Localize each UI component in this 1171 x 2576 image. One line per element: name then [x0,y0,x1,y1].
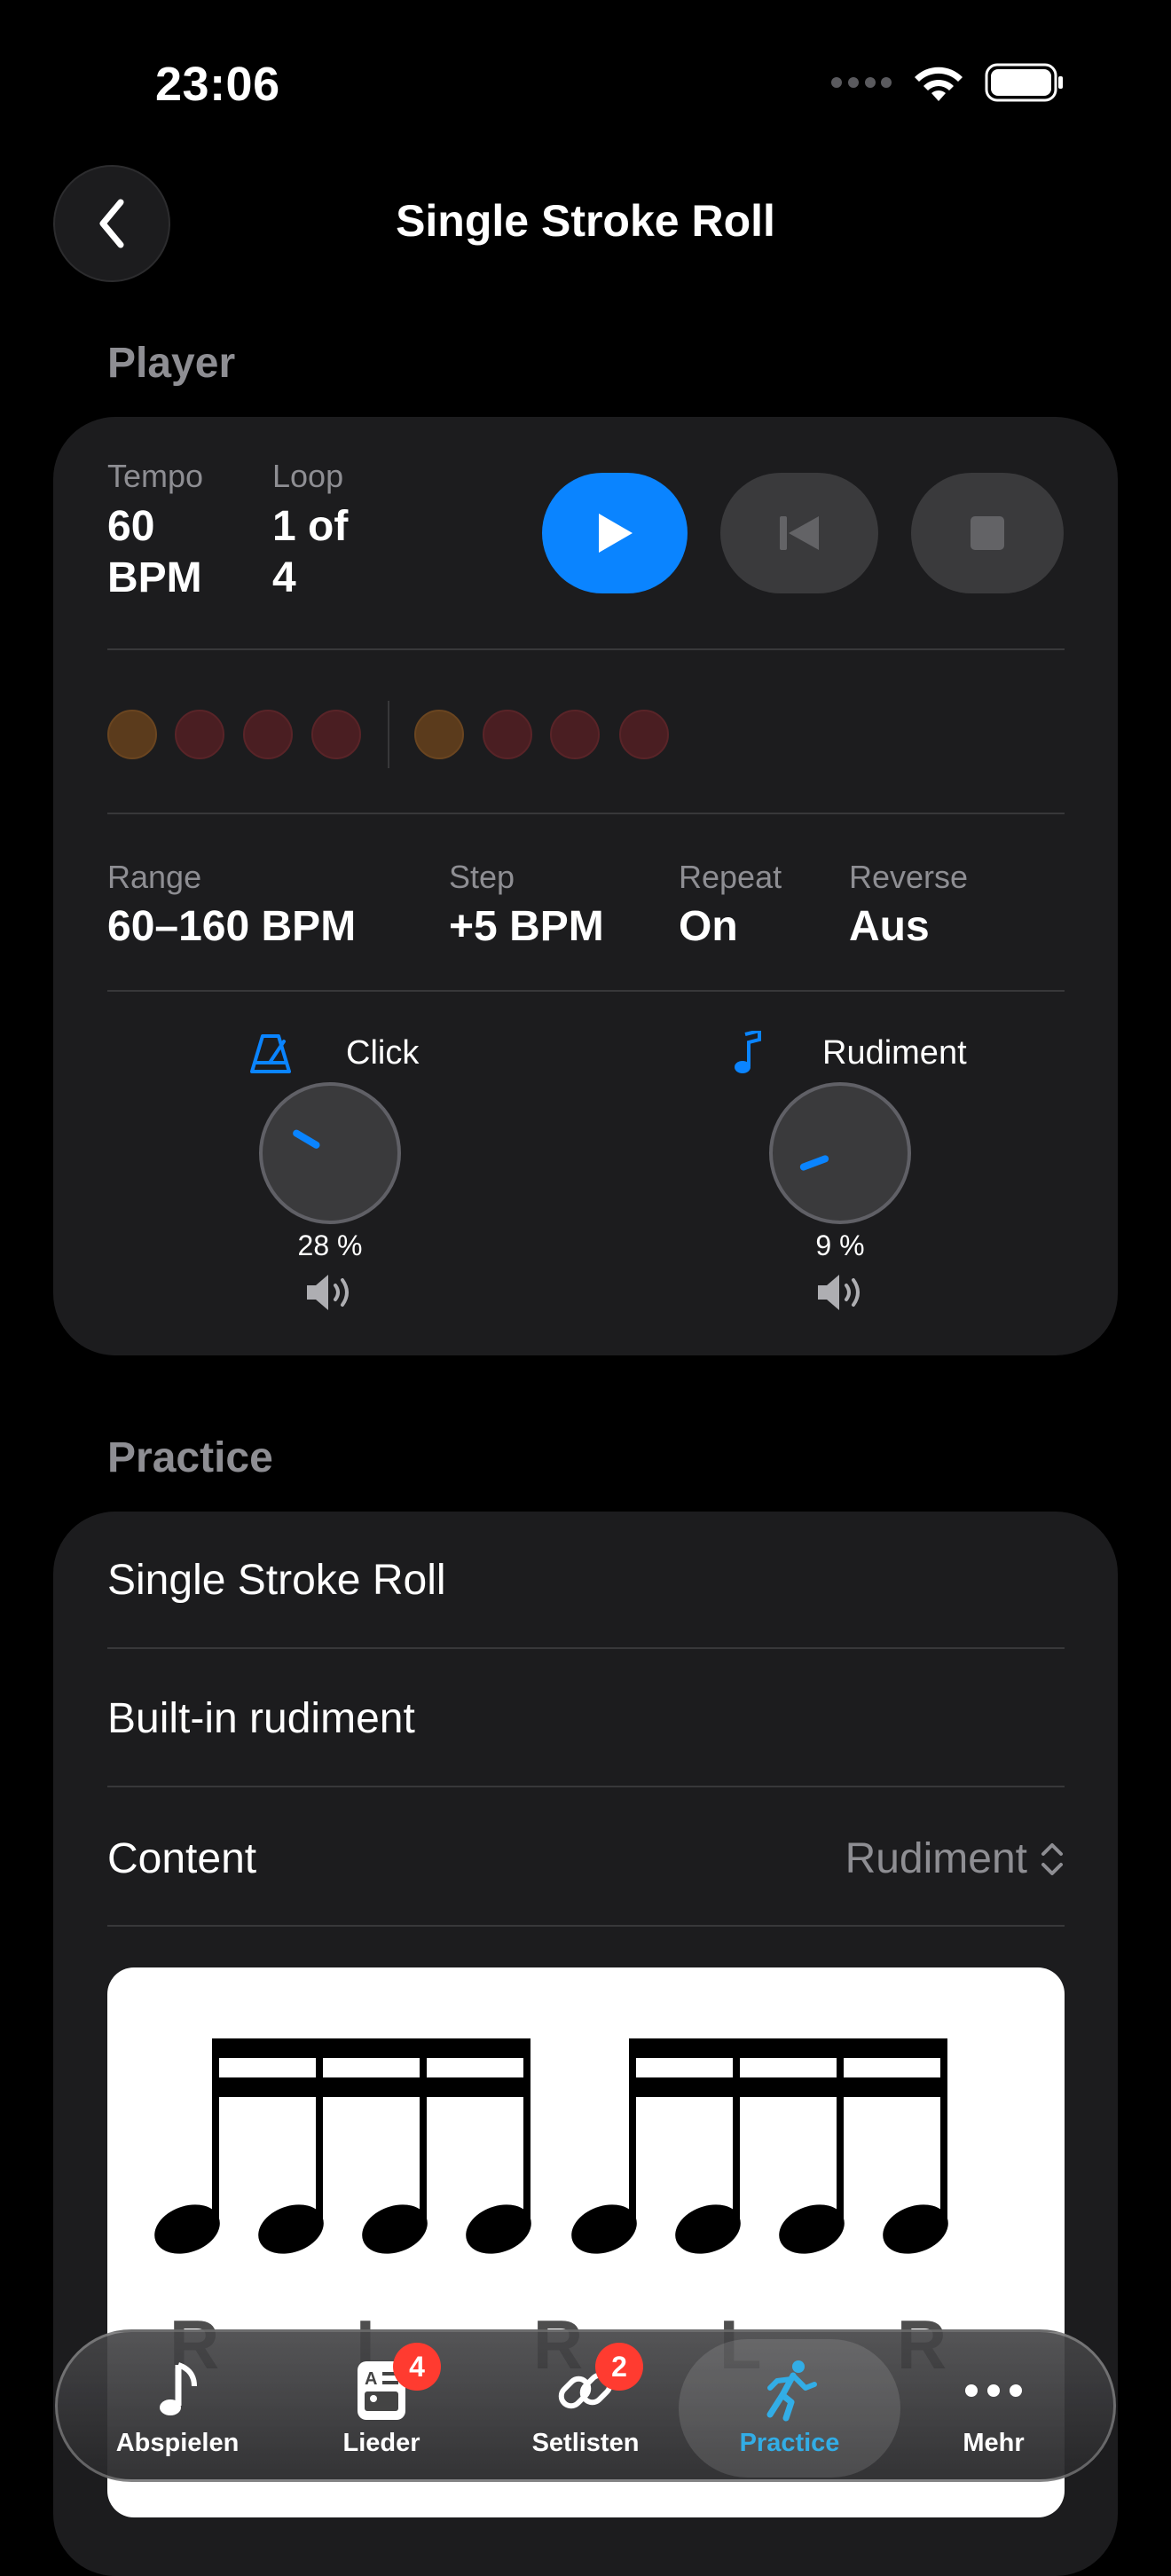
running-figure-icon [766,2360,817,2421]
battery-icon [985,63,1063,102]
practice-section-label: Practice [107,1434,273,1481]
tab-bar: Abspielen A Lieder 4 Setlisten 2 Practic… [55,2329,1116,2482]
range-label: Range [107,859,202,895]
practice-subtitle: Built-in rudiment [107,1695,415,1742]
note-stem [837,2038,844,2222]
tab-label: Lieder [342,2428,420,2457]
chevron-up-down-icon [1041,1842,1063,1875]
reverse-value[interactable]: Aus [849,901,930,953]
repeat-value[interactable]: On [679,901,738,953]
rudiment-knob-indicator [799,1155,829,1171]
beat-dot [175,710,224,759]
repeat-label: Repeat [679,859,782,895]
click-volume-knob[interactable] [259,1082,401,1224]
practice-title: Single Stroke Roll [107,1557,446,1604]
play-icon [599,514,633,553]
more-dots-icon [965,2384,1022,2397]
page-title: Single Stroke Roll [396,196,775,246]
beat-dot [619,710,669,759]
tab-abspielen[interactable]: Abspielen [93,2332,262,2485]
reverse-label: Reverse [849,859,969,895]
content-picker-value: Rudiment [845,1835,1027,1882]
note-stem [523,2038,530,2222]
loop-value: 1 of 4 [272,501,348,604]
tab-label: Practice [739,2428,840,2457]
note-stem [316,2038,323,2222]
divider [107,1925,1065,1927]
tab-label: Setlisten [531,2428,640,2457]
note-stem [420,2038,427,2222]
play-button[interactable] [542,473,688,593]
tab-label: Mehr [963,2428,1025,2457]
beat-dot [414,710,464,759]
divider [107,1647,1065,1649]
tab-setlisten[interactable]: Setlisten 2 [501,2332,670,2485]
beat-dot [311,710,361,759]
divider [107,990,1065,992]
note-stem [212,2038,219,2222]
skip-back-icon [780,516,819,550]
tempo-label: Tempo [107,458,204,494]
beat-dot [107,710,157,759]
rudiment-percent: 9 % [815,1229,865,1261]
beat-dot [550,710,600,759]
divider [107,648,1065,650]
restart-button[interactable] [720,473,878,593]
stop-button[interactable] [911,473,1064,593]
beat-dot [483,710,532,759]
tempo-number: 60 [107,503,155,550]
note-stem [629,2038,636,2222]
note-beam [212,2038,530,2058]
knob-needle [293,1129,320,1149]
note-beam [212,2077,530,2097]
setlisten-badge: 2 [595,2343,643,2391]
click-label: Click [346,1034,420,1072]
loop-total: 4 [272,554,296,601]
note-stem [733,2038,740,2222]
music-note-icon [160,2361,197,2415]
lieder-badge: 4 [393,2343,441,2391]
svg-text:A: A [365,2369,377,2389]
divider [107,1786,1065,1787]
content-picker[interactable]: Rudiment [845,1834,1065,1883]
click-percent: 28 % [297,1229,363,1261]
tempo-value: 60 BPM [107,501,202,604]
note-beam [629,2038,947,2058]
range-value[interactable]: 60–160 BPM [107,901,356,953]
step-label: Step [449,859,515,895]
divider [107,813,1065,814]
player-section-label: Player [107,340,236,387]
speaker-icon[interactable] [303,1272,357,1313]
rudiment-volume-knob[interactable] [769,1082,911,1224]
tab-practice[interactable]: Practice [679,2339,900,2478]
wifi-icon [915,67,963,101]
tab-label: Abspielen [115,2428,240,2457]
stop-icon [971,516,1004,550]
music-note-icon [735,1031,761,1073]
click-knob-indicator [293,1129,320,1149]
beat-dot [243,710,293,759]
knob-needle [799,1155,829,1171]
beat-group-separator [388,701,389,768]
tab-mehr[interactable]: Mehr [909,2332,1078,2485]
status-icons [830,62,1065,103]
tempo-unit: BPM [107,554,202,601]
step-value[interactable]: +5 BPM [449,901,604,953]
status-time: 23:06 [155,58,280,111]
speaker-icon[interactable] [814,1272,868,1313]
loop-count: 1 of [272,503,349,550]
note-beam [629,2077,947,2097]
rudiment-label: Rudiment [822,1034,967,1072]
note-stem [940,2038,947,2222]
content-label: Content [107,1835,257,1882]
tab-lieder[interactable]: A Lieder 4 [297,2332,466,2485]
metronome-icon [250,1034,291,1073]
loop-label: Loop [272,458,344,494]
signal-dots-icon [831,77,892,88]
